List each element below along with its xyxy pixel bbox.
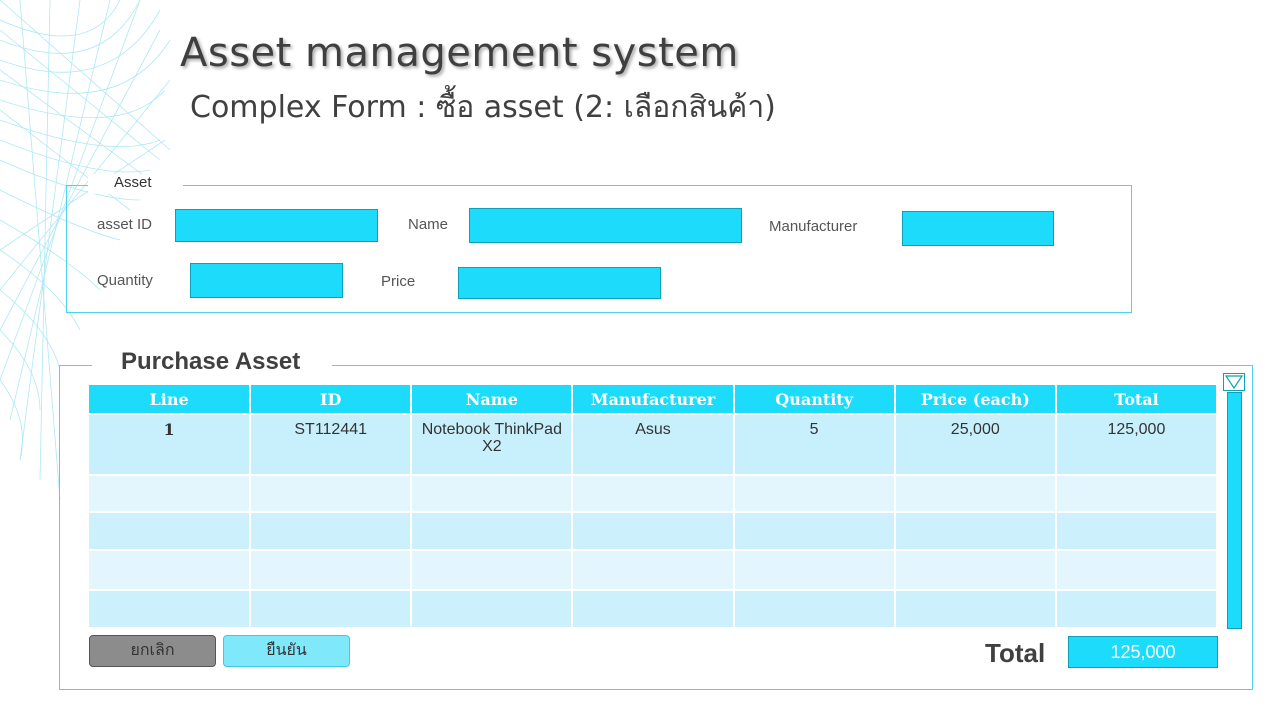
empty-cell <box>89 590 252 629</box>
empty-cell <box>894 590 1057 629</box>
empty-cell <box>894 475 1057 513</box>
cell-id: ST112441 <box>250 414 413 476</box>
empty-cell <box>250 475 413 513</box>
empty-cell <box>572 475 735 513</box>
empty-cell <box>411 590 574 629</box>
empty-cell <box>250 512 413 551</box>
asset-id-input[interactable] <box>175 209 378 242</box>
total-label: Total <box>985 638 1046 668</box>
page-title: Asset management system <box>180 30 739 76</box>
empty-cell <box>89 475 252 513</box>
column-header-line[interactable]: Line <box>89 385 252 415</box>
empty-cell <box>411 475 574 513</box>
table-row-empty[interactable] <box>89 475 1219 513</box>
column-header-total[interactable]: Total <box>1055 385 1219 415</box>
purchase-table: Line ID Name Manufacturer Quantity Price… <box>89 385 1219 629</box>
column-header-quantity[interactable]: Quantity <box>733 385 896 415</box>
purchase-legend: Purchase Asset <box>92 348 332 378</box>
cell-name: Notebook ThinkPad X2 <box>411 414 574 476</box>
total-value: 125,000 <box>1068 636 1218 668</box>
cell-manufacturer: Asus <box>572 414 735 476</box>
empty-cell <box>572 590 735 629</box>
price-label: Price <box>381 273 416 290</box>
manufacturer-label: Manufacturer <box>769 218 858 235</box>
empty-cell <box>89 550 252 591</box>
price-input[interactable] <box>458 267 661 299</box>
table-header-row: Line ID Name Manufacturer Quantity Price… <box>89 385 1219 415</box>
empty-cell <box>733 512 896 551</box>
cell-line: 1 <box>89 414 252 476</box>
asset-legend: Asset <box>88 174 183 194</box>
empty-cell <box>250 550 413 591</box>
empty-cell <box>1055 550 1219 591</box>
empty-cell <box>250 590 413 629</box>
empty-cell <box>572 512 735 551</box>
name-input[interactable] <box>469 208 742 243</box>
cell-quantity: 5 <box>733 414 896 476</box>
quantity-input[interactable] <box>190 263 343 298</box>
cancel-button[interactable]: ยกเลิก <box>89 635 216 667</box>
empty-cell <box>733 590 896 629</box>
empty-cell <box>733 475 896 513</box>
table-row[interactable]: 1 ST112441 Notebook ThinkPad X2 Asus 5 2… <box>89 414 1219 476</box>
quantity-label: Quantity <box>97 272 153 289</box>
confirm-button[interactable]: ยืนยัน <box>223 635 350 667</box>
empty-cell <box>1055 475 1219 513</box>
manufacturer-input[interactable] <box>902 211 1054 246</box>
column-header-manufacturer[interactable]: Manufacturer <box>572 385 735 415</box>
column-header-price-each[interactable]: Price (each) <box>894 385 1057 415</box>
empty-cell <box>89 512 252 551</box>
page-subtitle: Complex Form : ซื้อ asset (2: เลือกสินค้… <box>190 90 776 125</box>
cell-total: 125,000 <box>1055 414 1219 476</box>
asset-id-label: asset ID <box>97 216 153 233</box>
empty-cell <box>411 550 574 591</box>
scroll-up-arrow-icon[interactable] <box>1223 373 1245 391</box>
table-row-empty[interactable] <box>89 590 1219 629</box>
column-header-id[interactable]: ID <box>250 385 413 415</box>
table-row-empty[interactable] <box>89 512 1219 551</box>
empty-cell <box>894 550 1057 591</box>
table-row-empty[interactable] <box>89 550 1219 591</box>
column-header-name[interactable]: Name <box>411 385 574 415</box>
empty-cell <box>411 512 574 551</box>
empty-cell <box>572 550 735 591</box>
empty-cell <box>733 550 896 591</box>
name-label: Name <box>408 216 449 233</box>
empty-cell <box>1055 512 1219 551</box>
empty-cell <box>894 512 1057 551</box>
table-scrollbar[interactable] <box>1227 392 1242 629</box>
empty-cell <box>1055 590 1219 629</box>
cell-price-each: 25,000 <box>894 414 1057 476</box>
